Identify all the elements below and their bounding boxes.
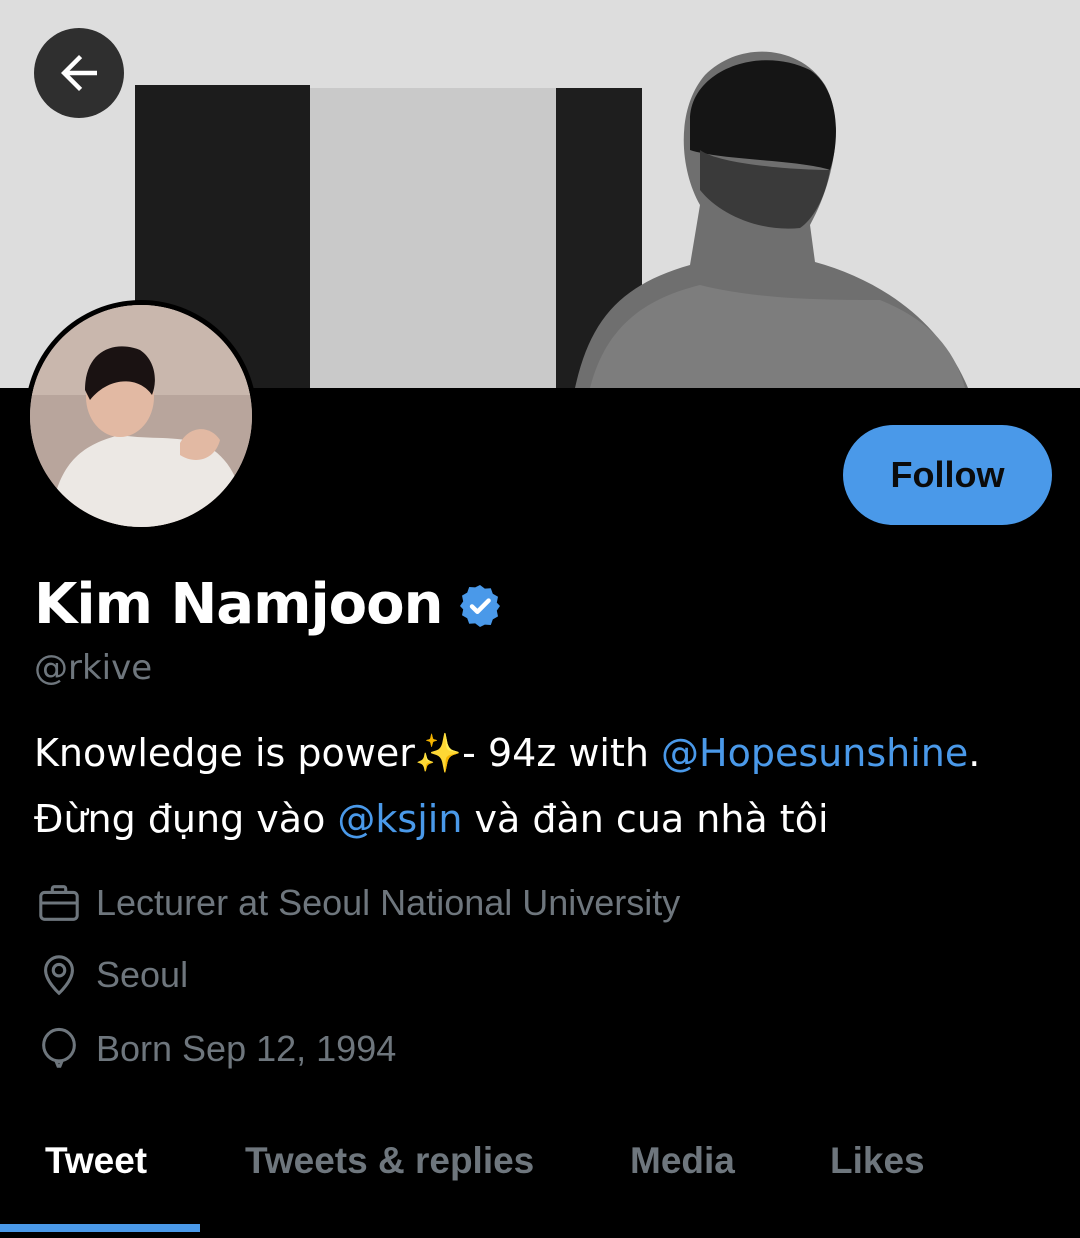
avatar-image — [30, 305, 252, 527]
location-pin-icon — [34, 950, 84, 1000]
profile-location: Seoul — [34, 950, 188, 1000]
bio-text: và đàn cua nhà tôi — [462, 797, 829, 841]
mention-link-hopesunshine[interactable]: @Hopesunshine — [661, 731, 968, 775]
bio-line-2: Đừng đụng vào @ksjin và đàn cua nhà tôi — [34, 786, 1054, 852]
avatar[interactable] — [25, 300, 257, 532]
user-handle: @rkive — [34, 648, 153, 688]
balloon-icon — [34, 1024, 84, 1074]
name-row: Kim Namjoon — [34, 572, 504, 637]
profile-bio: Knowledge is power✨- 94z with @Hopesunsh… — [34, 720, 1054, 852]
birthdate-text: Born Sep 12, 1994 — [96, 1028, 397, 1069]
location-text: Seoul — [96, 954, 189, 995]
job-text: Lecturer at Seoul National University — [96, 882, 681, 923]
bio-text: Đừng đụng vào — [34, 797, 338, 841]
profile-job: Lecturer at Seoul National University — [34, 878, 680, 928]
bio-text: Knowledge is power✨- 94z with — [34, 731, 662, 775]
follow-button[interactable]: Follow — [843, 425, 1052, 525]
bio-line-1: Knowledge is power✨- 94z with @Hopesunsh… — [34, 720, 1054, 786]
profile-tabs: Tweet Tweets & replies Media Likes — [0, 1118, 1080, 1238]
tab-tweet[interactable]: Tweet — [45, 1140, 147, 1182]
profile-page: Follow Kim Namjoon @rkive Knowledge is p… — [0, 0, 1080, 1238]
briefcase-icon — [34, 878, 84, 928]
back-button[interactable] — [34, 28, 124, 118]
profile-birthdate: Born Sep 12, 1994 — [34, 1024, 396, 1074]
display-name: Kim Namjoon — [34, 572, 443, 637]
tab-likes[interactable]: Likes — [830, 1140, 925, 1182]
arrow-left-icon — [61, 55, 97, 91]
verified-badge-icon — [460, 584, 501, 627]
mention-link-ksjin[interactable]: @ksjin — [337, 797, 462, 841]
tab-media[interactable]: Media — [630, 1140, 735, 1182]
bio-text: . — [968, 731, 981, 775]
tab-tweets-and-replies[interactable]: Tweets & replies — [245, 1140, 534, 1182]
active-tab-indicator — [0, 1224, 200, 1232]
